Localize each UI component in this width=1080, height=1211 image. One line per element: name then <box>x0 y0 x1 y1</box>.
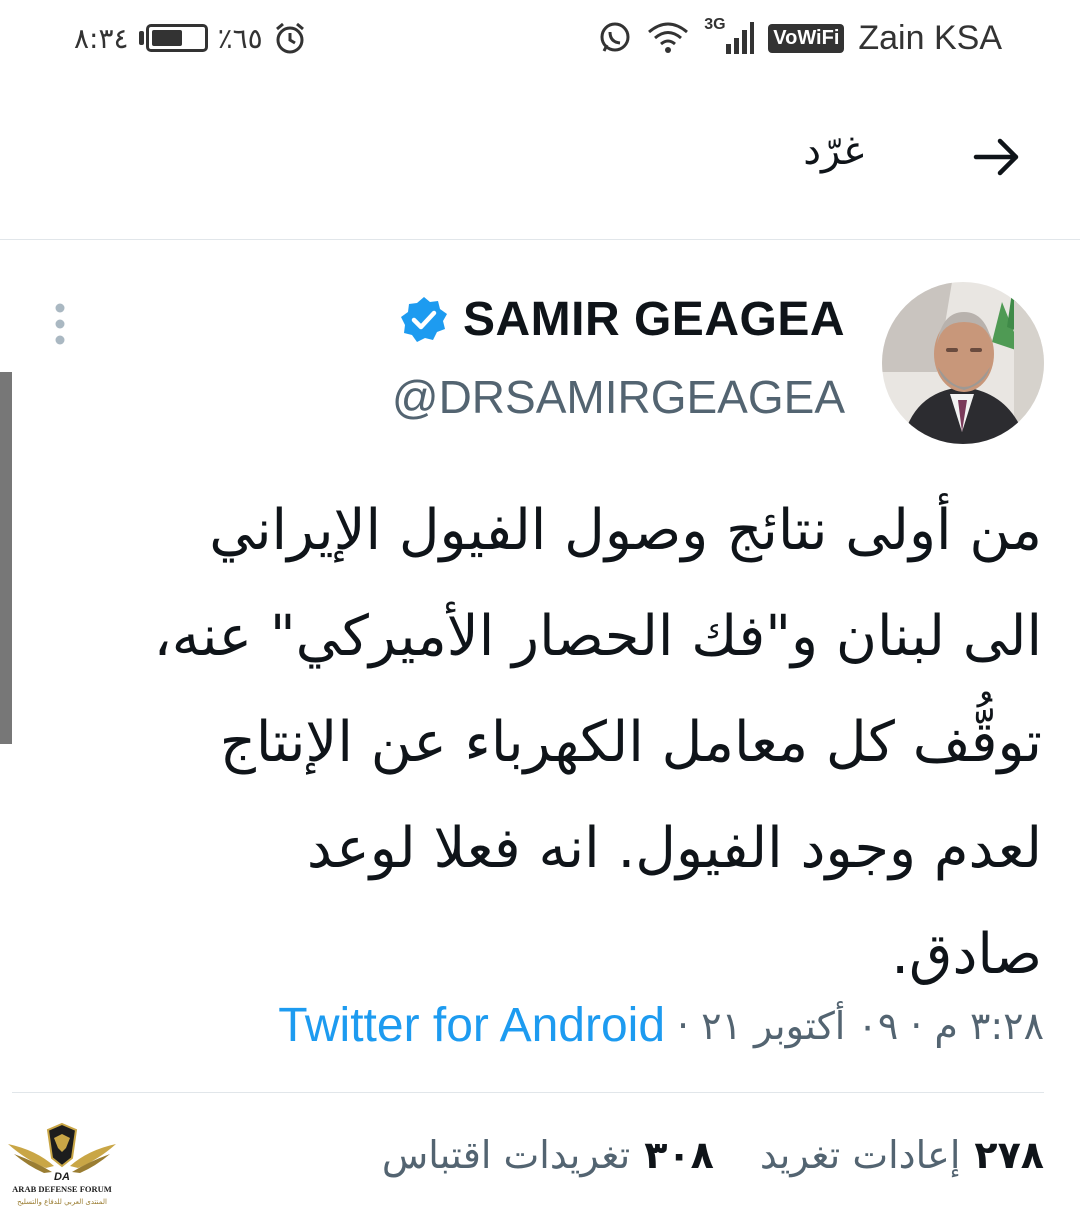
whatsapp-icon <box>600 22 630 52</box>
meta-separator: · <box>677 1003 690 1048</box>
quotes-label[interactable]: تغريدات اقتباس <box>382 1133 630 1177</box>
status-bar: ٨:٣٤ ٪٦٥ 3G VoWiFi Zain KSA <box>0 0 1080 80</box>
watermark-subtitle: المنتدى العربي للدفاع والتسليح <box>17 1198 107 1206</box>
tweet-date: ٠٩ أكتوبر ٢١ <box>701 1003 899 1048</box>
carrier-name: Zain KSA <box>858 18 1002 57</box>
vowifi-badge: VoWiFi <box>768 23 845 53</box>
battery-fill <box>151 30 182 46</box>
avatar[interactable] <box>882 282 1044 444</box>
tweet-text: من أولى نتائج وصول الفيول الإيراني الى ل… <box>153 498 1042 987</box>
status-right: 3G VoWiFi Zain KSA <box>598 16 1002 58</box>
signal-icon <box>726 22 755 54</box>
more-options-icon[interactable] <box>50 302 70 346</box>
page-title: غرّد <box>803 128 864 174</box>
tweet-meta: ٣:٢٨ م · ٠٩ أكتوبر ٢١ · Twitter for Andr… <box>278 998 1044 1053</box>
meta-separator: · <box>910 1003 923 1048</box>
arrow-right-icon[interactable] <box>970 130 1024 184</box>
tweet-stats: ٢٧٨ إعادات تغريد ٣٠٨ تغريدات اقتباس <box>382 1133 1044 1177</box>
user-handle[interactable]: @DRSAMIRGEAGEA <box>392 370 845 424</box>
battery-percent: ٪٦٥ <box>217 21 263 55</box>
retweets-label[interactable]: إعادات تغريد <box>760 1133 961 1177</box>
signal-indicator: 3G <box>704 16 755 56</box>
verified-badge-icon <box>400 296 447 342</box>
watermark-logo: DA ARAB DEFENSE FORUM المنتدى العربي للد… <box>8 1122 116 1206</box>
wifi-icon <box>648 22 689 53</box>
battery-tip <box>138 31 144 45</box>
app-header: غرّد <box>0 80 1080 240</box>
tweet-time: ٣:٢٨ م <box>934 1003 1044 1048</box>
divider <box>12 1092 1044 1093</box>
quotes-count[interactable]: ٣٠٨ <box>644 1133 714 1177</box>
battery-icon <box>145 24 208 52</box>
clock: ٨:٣٤ <box>74 21 129 55</box>
avatar-portrait <box>882 282 1044 444</box>
retweets-count[interactable]: ٢٧٨ <box>974 1133 1044 1177</box>
display-name-row: SAMIR GEAGEA <box>399 292 845 347</box>
watermark-title: ARAB DEFENSE FORUM <box>12 1184 112 1194</box>
status-left: ٨:٣٤ ٪٦٥ <box>74 18 307 58</box>
alarm-icon <box>275 22 304 54</box>
watermark-monogram: DA <box>54 1171 70 1183</box>
tweet-source-link[interactable]: Twitter for Android <box>278 998 665 1053</box>
tweet: SAMIR GEAGEA @DRSAMIRGEAGEA من أولى نتائ… <box>0 240 1080 1211</box>
display-name[interactable]: SAMIR GEAGEA <box>463 292 845 347</box>
